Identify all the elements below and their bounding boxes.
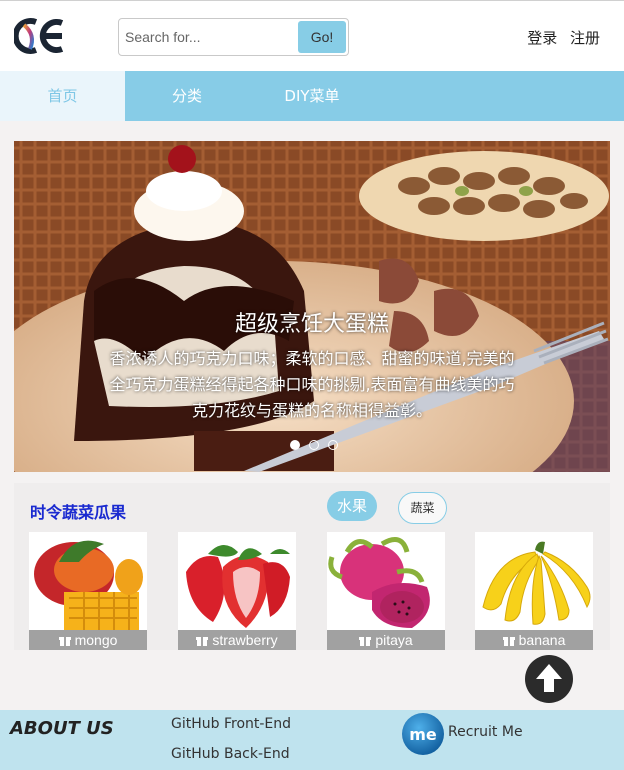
tab-diy-menu[interactable]: DIY菜单 bbox=[249, 71, 375, 121]
hero-carousel[interactable]: 超级烹饪大蛋糕 香浓诱人的巧克力口味；柔软的口感、甜蜜的味道,完美的全巧克力蛋糕… bbox=[14, 141, 610, 472]
footer: ABOUT US GitHub Front-End GitHub Back-En… bbox=[0, 710, 624, 770]
carousel-dot[interactable] bbox=[309, 440, 320, 450]
product-card-banana[interactable]: banana bbox=[475, 532, 593, 650]
about-us-heading: ABOUT US bbox=[10, 718, 114, 739]
mango-image bbox=[34, 540, 143, 630]
gift-icon bbox=[196, 637, 209, 646]
filter-fruit-button[interactable]: 水果 bbox=[327, 491, 377, 521]
header: Go! 登录 注册 bbox=[0, 0, 624, 71]
filter-vegetable-button[interactable]: 蔬菜 bbox=[398, 492, 447, 524]
strawberry-image bbox=[186, 544, 290, 628]
github-frontend-link[interactable]: GitHub Front-End bbox=[171, 716, 291, 732]
carousel-dot[interactable] bbox=[328, 440, 339, 450]
section-heading: 时令蔬菜瓜果 bbox=[30, 503, 127, 522]
banner-caption: 超级烹饪大蛋糕 香浓诱人的巧克力口味；柔软的口感、甜蜜的味道,完美的全巧克力蛋糕… bbox=[14, 306, 610, 424]
me-icon[interactable]: me bbox=[401, 712, 445, 756]
product-label: banana bbox=[475, 630, 593, 650]
banana-image bbox=[482, 541, 591, 625]
back-to-top-button[interactable] bbox=[525, 655, 573, 703]
github-backend-link[interactable]: GitHub Back-End bbox=[171, 746, 290, 762]
arrow-up-icon bbox=[536, 664, 562, 692]
main-nav: 首页 分类 DIY菜单 bbox=[0, 71, 624, 121]
product-label: strawberry bbox=[178, 630, 296, 650]
tab-home[interactable]: 首页 bbox=[0, 71, 125, 121]
login-link[interactable]: 登录 bbox=[527, 29, 557, 47]
me-badge-text: me bbox=[409, 725, 437, 744]
product-card-strawberry[interactable]: strawberry bbox=[178, 532, 296, 650]
carousel-dot[interactable] bbox=[290, 440, 300, 450]
auth-links: 登录 注册 bbox=[519, 27, 600, 48]
search-input[interactable] bbox=[119, 19, 299, 55]
gift-icon bbox=[502, 637, 515, 646]
search-go-button[interactable]: Go! bbox=[298, 21, 346, 53]
carousel-indicators bbox=[290, 435, 342, 454]
recruit-me-link[interactable]: Recruit Me bbox=[448, 724, 523, 740]
gift-icon bbox=[359, 637, 372, 646]
banner-description: 香浓诱人的巧克力口味；柔软的口感、甜蜜的味道,完美的全巧克力蛋糕经得起各种口味的… bbox=[109, 349, 515, 420]
seasonal-produce-section: 时令蔬菜瓜果 水果 蔬菜 mongo strawberry pitaya ban… bbox=[14, 483, 610, 650]
product-card-pitaya[interactable]: pitaya bbox=[327, 532, 445, 650]
tab-category[interactable]: 分类 bbox=[125, 71, 249, 121]
register-link[interactable]: 注册 bbox=[570, 29, 600, 47]
search-box: Go! bbox=[118, 18, 349, 56]
product-label: mongo bbox=[29, 630, 147, 650]
pitaya-image bbox=[328, 537, 430, 628]
banner-title: 超级烹饪大蛋糕 bbox=[234, 312, 389, 337]
gift-icon bbox=[58, 637, 71, 646]
product-card-mango[interactable]: mongo bbox=[29, 532, 147, 650]
logo-icon[interactable] bbox=[14, 15, 66, 57]
product-label: pitaya bbox=[327, 630, 445, 650]
